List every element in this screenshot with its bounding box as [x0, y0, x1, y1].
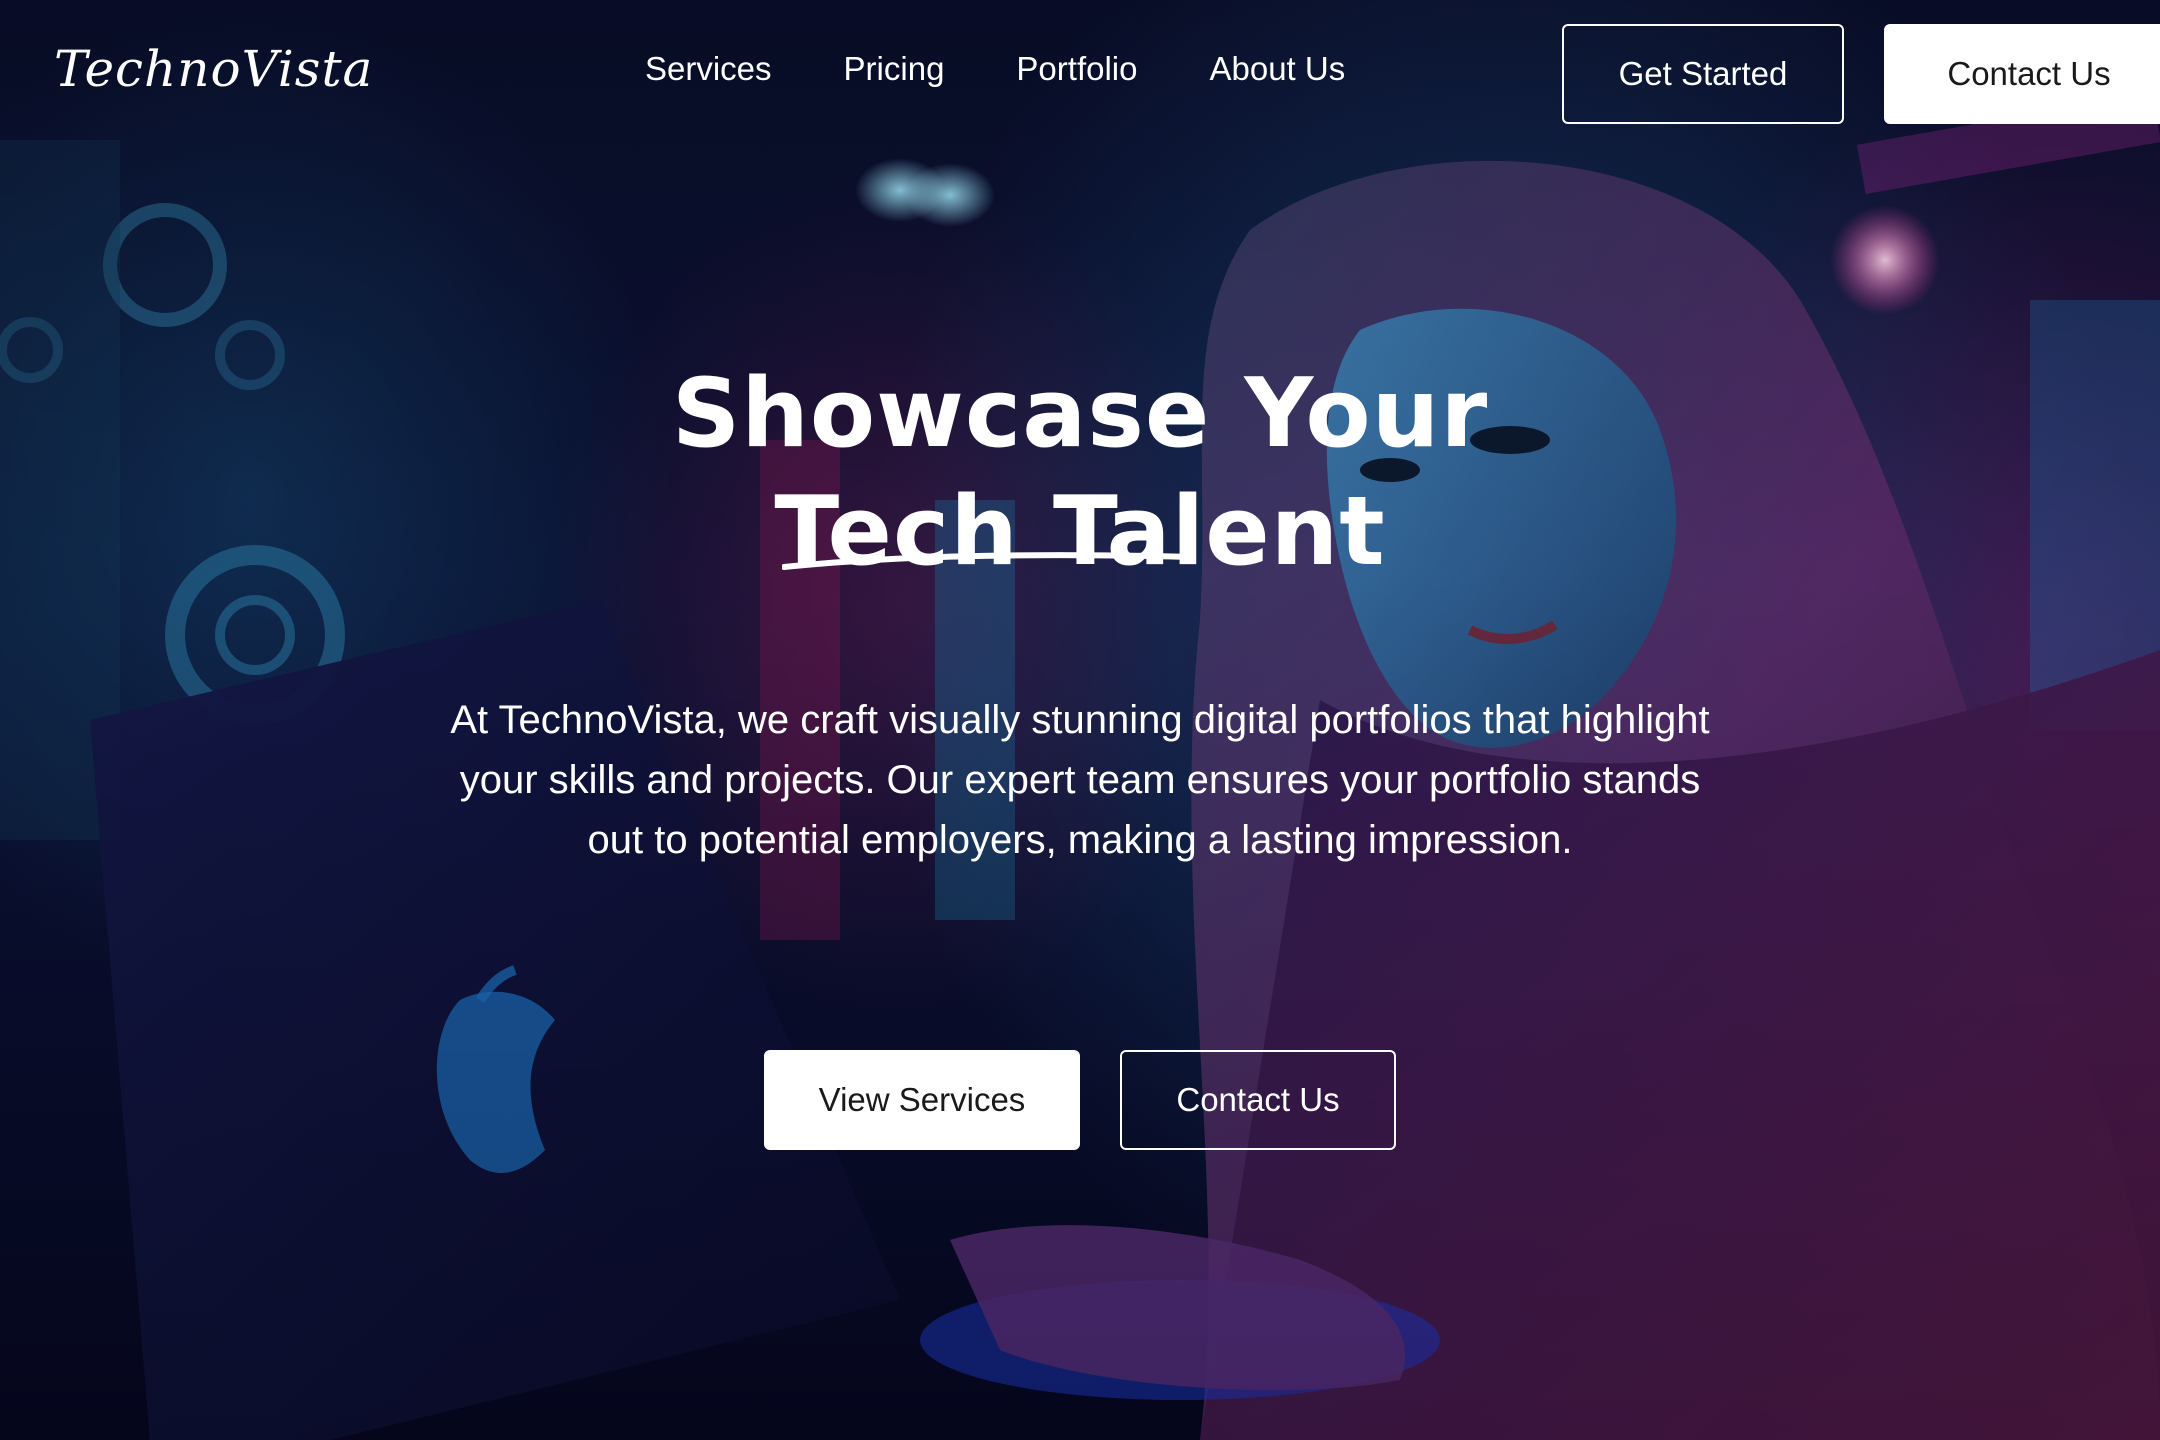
- nav-link-portfolio[interactable]: Portfolio: [1016, 50, 1137, 88]
- nav-link-services[interactable]: Services: [645, 50, 772, 88]
- hero-description: At TechnoVista, we craft visually stunni…: [450, 698, 1710, 862]
- get-started-button[interactable]: Get Started: [1562, 24, 1844, 124]
- headline-underline: [782, 552, 1195, 570]
- hero-contact-button[interactable]: Contact Us: [1120, 1050, 1396, 1150]
- nav-links: Services Pricing Portfolio About Us: [645, 50, 1417, 88]
- view-services-button[interactable]: View Services: [764, 1050, 1080, 1150]
- nav-contact-button[interactable]: Contact Us: [1884, 24, 2160, 124]
- headline-line-1: Showcase Your: [671, 359, 1489, 469]
- brand-logo[interactable]: TechnoVista: [54, 40, 373, 98]
- top-navigation: TechnoVista Services Pricing Portfolio A…: [0, 0, 2160, 150]
- hero-section: TechnoVista Services Pricing Portfolio A…: [0, 0, 2160, 1440]
- nav-link-about-us[interactable]: About Us: [1209, 50, 1345, 88]
- nav-link-pricing[interactable]: Pricing: [844, 50, 945, 88]
